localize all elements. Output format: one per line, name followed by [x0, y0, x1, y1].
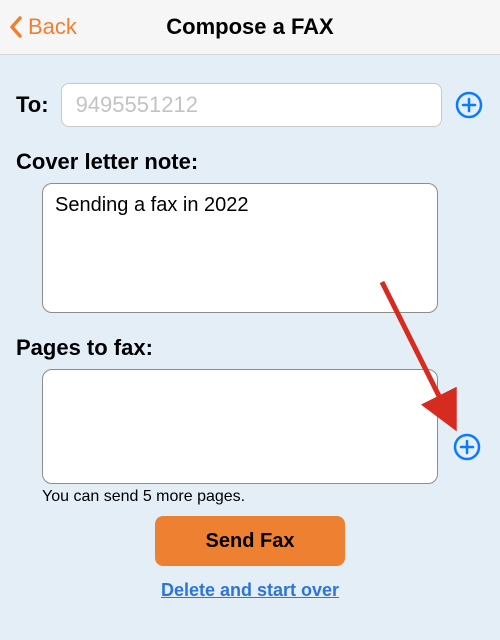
pages-row [42, 369, 484, 484]
delete-start-over-link[interactable]: Delete and start over [16, 580, 484, 601]
content-area: To: Cover letter note: Pages to fax: You… [0, 55, 500, 601]
to-label: To: [16, 92, 49, 118]
plus-circle-icon [455, 91, 483, 119]
header-bar: Back Compose a FAX [0, 0, 500, 55]
cover-letter-label: Cover letter note: [16, 149, 484, 175]
pages-label: Pages to fax: [16, 335, 484, 361]
to-row: To: [16, 83, 484, 127]
cover-letter-input[interactable] [42, 183, 438, 313]
back-button[interactable]: Back [0, 14, 77, 40]
add-page-button[interactable] [452, 432, 482, 462]
send-fax-button[interactable]: Send Fax [155, 516, 345, 566]
chevron-left-icon [8, 15, 24, 39]
to-input[interactable] [61, 83, 442, 127]
plus-circle-icon [453, 433, 481, 461]
pages-box[interactable] [42, 369, 438, 484]
pages-hint: You can send 5 more pages. [42, 488, 484, 506]
back-label: Back [28, 14, 77, 40]
add-recipient-button[interactable] [454, 90, 484, 120]
